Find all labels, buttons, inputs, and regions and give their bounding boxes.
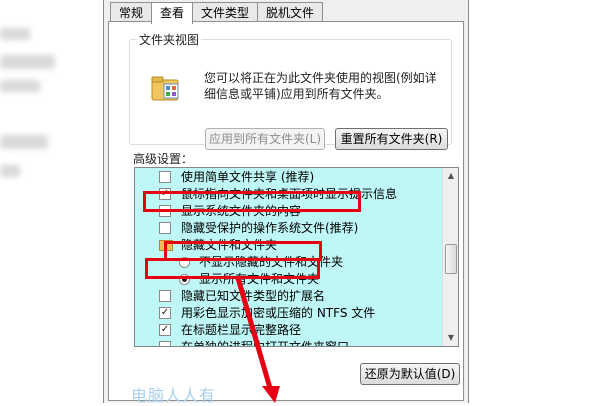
folder-views-description: 您可以将正在为此文件夹使用的视图(例如详细信息或平铺)应用到所有文件夹。 [204,71,437,101]
checkbox-checked[interactable]: ✓ [159,307,171,319]
folder-views-group: 文件夹视图 您可以将正在为此文件夹使用的视图(例如详细信息或平铺)应用到所有文件… [129,31,452,150]
checkbox[interactable] [159,290,171,302]
tab-offline-files[interactable]: 脱机文件 [257,2,324,22]
setting-label: 用彩色显示加密或压缩的 NTFS 文件 [181,306,376,320]
vertical-scrollbar[interactable]: ▲ ▼ [442,168,458,346]
tab-view[interactable]: 查看 [151,2,194,24]
tab-general[interactable]: 常规 [110,2,153,22]
setting-label: 在单独的进程中打开文件夹窗口 [181,340,350,347]
folder-views-icon [150,72,182,104]
restore-defaults-button[interactable]: 还原为默认值(D) [360,363,460,385]
scroll-up-arrow-icon[interactable]: ▲ [443,168,458,184]
blurred-fragment [0,135,48,149]
checkbox-checked[interactable]: ✓ [159,324,171,336]
blurred-fragment [0,80,40,92]
setting-label: 隐藏已知文件类型的扩展名 [181,289,326,303]
scrollbar-thumb[interactable] [445,244,457,274]
scroll-down-arrow-icon[interactable]: ▼ [443,330,458,346]
watermark: 电脑人人有 [131,386,217,405]
highlight-hide-protected-os-files [143,191,361,212]
blurred-fragment [0,165,20,177]
advanced-settings-label: 高级设置： [133,152,194,166]
setting-label: 隐藏受保护的操作系统文件(推荐) [181,221,359,235]
tab-file-types[interactable]: 文件类型 [192,2,259,22]
highlight-hide-extensions [145,258,320,279]
reset-all-folders-button[interactable]: 重置所有文件夹(R) [335,128,448,150]
checkbox[interactable] [159,171,171,183]
checkbox[interactable] [159,222,171,234]
tab-strip: 常规 查看 文件类型 脱机文件 [110,2,324,24]
blurred-fragment [0,28,30,40]
setting-label: 在标题栏显示完整路径 [181,323,302,337]
folder-views-title: 文件夹视图 [137,31,202,48]
checkbox[interactable] [159,341,171,346]
setting-label: 使用简单文件共享 (推荐) [181,170,315,184]
blurred-fragment [0,55,55,69]
apply-to-all-folders-button[interactable]: 应用到所有文件夹(L) [205,128,325,150]
